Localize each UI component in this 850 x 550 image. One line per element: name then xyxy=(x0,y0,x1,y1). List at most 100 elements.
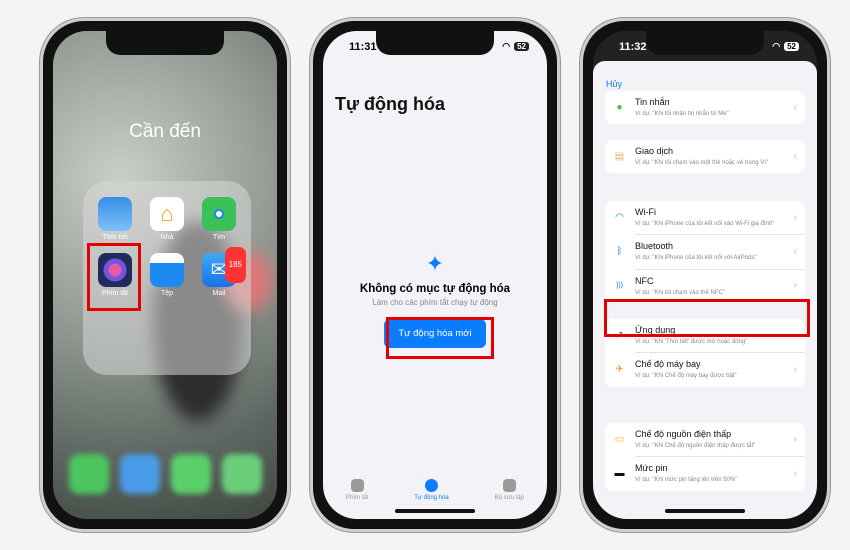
trigger-description: Ví dụ: "Khi tôi chạm vào một thẻ hoặc vé… xyxy=(635,160,768,166)
tab-automation[interactable]: Tự động hóa xyxy=(414,479,449,501)
trigger-description: Ví dụ: "Khi Chế độ máy bay được bật" xyxy=(635,373,737,380)
status-time: 11:31 xyxy=(349,41,377,53)
app-find-my[interactable]: Tìm xyxy=(201,197,237,241)
dock xyxy=(63,447,267,501)
phone-icon[interactable] xyxy=(68,454,109,494)
status-icons: ◠ 52 xyxy=(772,41,799,52)
trigger-sheet: Hủy ● Tin nhắn Ví dụ: "Khi tôi nhận tin nh… xyxy=(593,61,817,519)
app-label: Nhà xyxy=(160,234,174,241)
trigger-group: ● Tin nhắn Ví dụ: "Khi tôi nhận tin nhắn t… xyxy=(605,91,805,125)
messages-icon[interactable] xyxy=(170,454,211,494)
trigger-title: Giao dịch xyxy=(635,146,674,156)
trigger-description: Ví dụ: "Khi tôi chạm vào thẻ NFC" xyxy=(635,289,725,296)
highlight-box xyxy=(386,317,494,359)
chevron-right-icon: › xyxy=(793,468,797,480)
layers-icon xyxy=(350,479,364,492)
tab-label: Tự động hóa xyxy=(414,495,449,501)
bluetooth-icon: ᛒ xyxy=(616,246,623,258)
app-label: Tệp xyxy=(160,290,174,297)
low-power-icon: ▭ xyxy=(614,433,625,445)
battery-level-icon: ▬ xyxy=(614,468,625,480)
trigger-description: Ví dụ: "Khi Chế độ nguồn điện thấp được … xyxy=(635,443,756,449)
trigger-nfc[interactable]: ))) NFC Ví dụ: "Khi tôi chạm vào thẻ NFC" › xyxy=(616,268,805,303)
notch xyxy=(376,31,494,55)
app-weather[interactable]: Thời tiết xyxy=(97,197,133,241)
home-icon: ⌂ xyxy=(150,197,184,231)
trigger-bluetooth[interactable]: ᛒ Bluetooth Ví dụ: "Khi iPhone của tôi kết… xyxy=(617,234,805,268)
empty-subtitle: Làm cho các phím tắt chạy tự động xyxy=(372,298,498,307)
chevron-right-icon: › xyxy=(793,433,797,445)
messages-icon: ● xyxy=(616,101,623,113)
phone-home-screen: Cần đến Thời tiết ⌂ Nhà Tìm Phím tắt Tệp … xyxy=(40,18,290,532)
trigger-ch-ngu-n-i-n-th-p[interactable]: ▭ Chế độ nguồn điện thấp Ví dụ: "Khi Chế đ… xyxy=(605,423,805,456)
page-title: Tự động hóa xyxy=(335,94,446,114)
screen: 11:31 ◠ 52 Tự động hóa ✦ Không có mục tự … xyxy=(323,31,547,519)
find-my-icon xyxy=(202,197,236,231)
gallery-icon xyxy=(502,479,516,492)
highlight-box xyxy=(87,243,141,311)
phone-trigger-list: 11:32 ◠ 52 Hủy ● Tin nhắn Ví dụ: "Khi tôi n… xyxy=(580,18,830,532)
chevron-right-icon: › xyxy=(793,101,797,113)
app-files[interactable]: Tệp xyxy=(149,253,185,297)
trigger-tin-nh-n[interactable]: ● Tin nhắn Ví dụ: "Khi tôi nhận tin nhắn t… xyxy=(605,91,805,124)
trigger-title: Mức pin xyxy=(635,463,668,474)
mail-badge: 185 xyxy=(224,247,246,283)
status-icons: ◠ 52 xyxy=(502,41,529,52)
trigger-title: Wi-Fi xyxy=(635,207,656,217)
phone-automation-screen: 11:31 ◠ 52 Tự động hóa ✦ Không có mục tự … xyxy=(310,18,560,532)
trigger-m-c-pin[interactable]: ▬ Mức pin Ví dụ: "Khi mức pin tăng lên trê… xyxy=(615,456,805,490)
wifi-icon: ◠ xyxy=(772,41,781,51)
tab-label: Phím tắt xyxy=(345,495,369,501)
trigger-title: Chế độ máy bay xyxy=(635,359,701,370)
screen: 11:32 ◠ 52 Hủy ● Tin nhắn Ví dụ: "Khi tôi n… xyxy=(593,31,817,519)
tab-shortcuts[interactable]: Phím tắt xyxy=(346,479,368,501)
app-mail[interactable]: ✉ 185 Mail xyxy=(201,247,246,297)
mail-icon: ✉ 185 xyxy=(202,247,246,287)
trigger-group: ▭ Chế độ nguồn điện thấp Ví dụ: "Khi Chế đ… xyxy=(605,423,805,491)
trigger-title: NFC xyxy=(635,275,654,286)
trigger-title: Tin nhắn xyxy=(635,97,670,107)
home-indicator xyxy=(395,509,475,513)
tab-bar: Phím tắt Tự động hóa Bộ sưu tập xyxy=(323,479,547,501)
folder-title: Cần đến xyxy=(129,121,201,142)
trigger-description: Ví dụ: "Khi 'Thời tiết' được mở hoặc đón… xyxy=(635,339,748,345)
airplane-icon: ✈ xyxy=(615,364,624,376)
home-indicator xyxy=(665,509,745,513)
chevron-right-icon: › xyxy=(793,364,797,376)
chevron-right-icon: › xyxy=(793,211,797,223)
trigger-wi-fi[interactable]: ◠ Wi-Fi Ví dụ: "Khi iPhone của tôi kết nối… xyxy=(605,201,805,234)
wallet-icon: ▤ xyxy=(614,150,625,162)
battery-indicator: 52 xyxy=(784,42,799,51)
trigger-group: ▤ Giao dịch Ví dụ: "Khi tôi chạm vào một t… xyxy=(605,140,805,174)
cancel-button[interactable]: Hủy xyxy=(606,79,622,89)
empty-title: Không có mục tự động hóa xyxy=(359,283,511,295)
highlight-box xyxy=(604,299,810,337)
chevron-right-icon: › xyxy=(793,246,797,258)
files-icon xyxy=(150,253,184,287)
chevron-right-icon: › xyxy=(793,280,797,292)
clock-check-icon xyxy=(424,479,438,492)
trigger-title: Chế độ nguồn điện thấp xyxy=(635,429,732,439)
trigger-title: Bluetooth xyxy=(635,241,674,252)
app-label: Mail xyxy=(212,290,226,297)
trigger-description: Ví dụ: "Khi iPhone của tôi kết nối với A… xyxy=(635,255,757,262)
app-label: Thời tiết xyxy=(102,234,128,241)
trigger-group: ◠ Wi-Fi Ví dụ: "Khi iPhone của tôi kết nối… xyxy=(605,201,805,304)
chevron-right-icon: › xyxy=(793,150,797,162)
tab-gallery[interactable]: Bộ sưu tập xyxy=(495,479,524,501)
trigger-giao-d-ch[interactable]: ▤ Giao dịch Ví dụ: "Khi tôi chạm vào một t… xyxy=(605,140,805,173)
battery-indicator: 52 xyxy=(514,42,529,51)
status-time: 11:32 xyxy=(619,41,647,53)
app-label: Tìm xyxy=(212,234,226,241)
trigger-description: Ví dụ: "Khi iPhone của tôi kết nối vào W… xyxy=(635,221,775,227)
notch xyxy=(646,31,764,55)
wifi-icon: ◠ xyxy=(502,41,511,51)
wifi-icon: ◠ xyxy=(615,211,624,223)
trigger-description: Ví dụ: "Khi tôi nhận tin nhắn từ Mẹ" xyxy=(635,111,729,117)
nfc-icon: ))) xyxy=(616,282,623,290)
safari-icon[interactable] xyxy=(119,454,160,494)
weather-icon xyxy=(98,197,132,231)
facetime-icon[interactable] xyxy=(221,454,262,494)
app-home[interactable]: ⌂ Nhà xyxy=(149,197,185,241)
trigger-ch-m-y-bay[interactable]: ✈ Chế độ máy bay Ví dụ: "Khi Chế độ máy ba… xyxy=(615,352,805,386)
